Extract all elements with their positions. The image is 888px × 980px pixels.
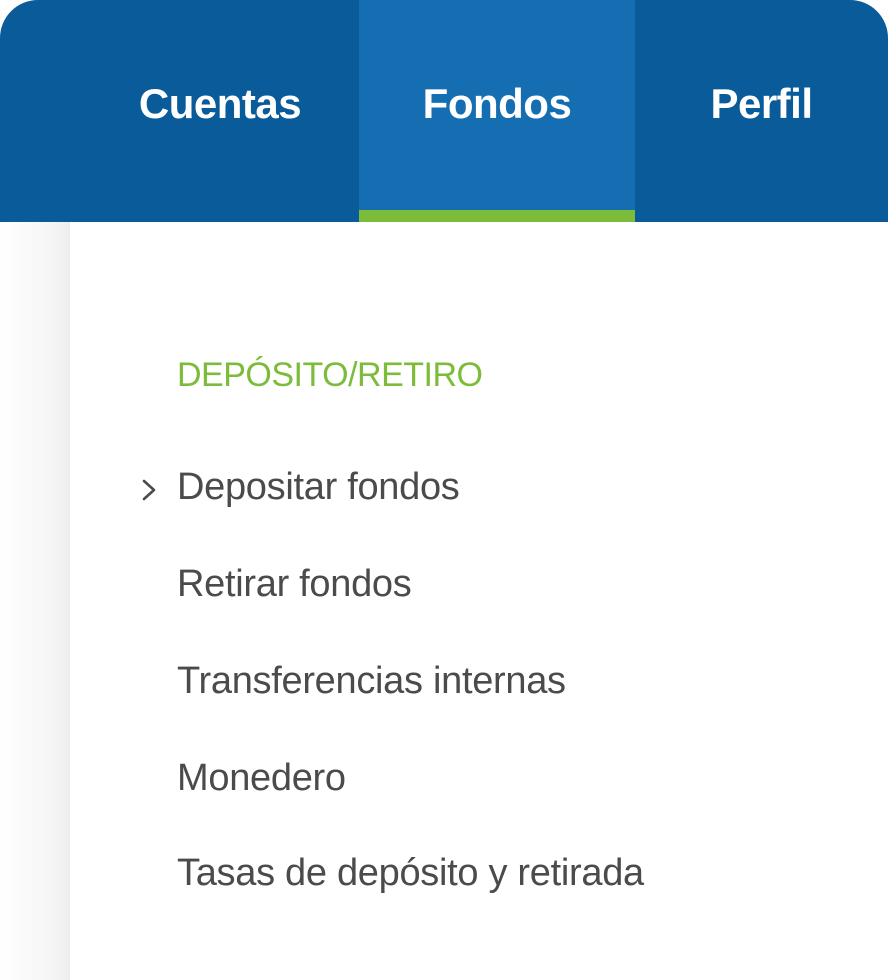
menu-item-depositar-fondos[interactable]: Depositar fondos bbox=[177, 466, 460, 509]
section-heading-deposito-retiro: DEPÓSITO/RETIRO bbox=[177, 356, 483, 394]
tab-perfil[interactable]: Perfil bbox=[635, 0, 888, 222]
menu-item-tasas-deposito-retirada[interactable]: Tasas de depósito y retirada bbox=[177, 852, 644, 895]
tab-fondos[interactable]: Fondos bbox=[359, 0, 635, 222]
app-frame: Cuentas Fondos Perfil DEPÓSITO/RETIRO De… bbox=[0, 0, 888, 980]
dropdown-shadow bbox=[0, 222, 70, 980]
tab-fondos-label: Fondos bbox=[422, 80, 572, 127]
chevron-right-icon bbox=[142, 479, 156, 501]
tab-cuentas-label: Cuentas bbox=[138, 80, 302, 127]
tab-cuentas[interactable]: Cuentas bbox=[80, 0, 360, 222]
menu-item-transferencias-internas[interactable]: Transferencias internas bbox=[177, 660, 566, 703]
top-navigation: Cuentas Fondos Perfil bbox=[0, 0, 888, 222]
tab-perfil-label: Perfil bbox=[710, 80, 813, 127]
active-tab-indicator bbox=[359, 210, 635, 222]
menu-item-retirar-fondos[interactable]: Retirar fondos bbox=[177, 563, 412, 606]
menu-item-monedero[interactable]: Monedero bbox=[177, 757, 346, 800]
